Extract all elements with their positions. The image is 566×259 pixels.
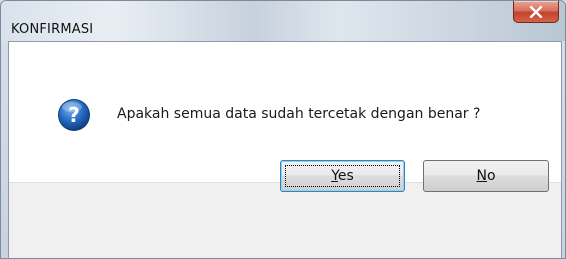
- no-button[interactable]: No: [423, 160, 549, 192]
- message-text: Apakah semua data sudah tercetak dengan …: [117, 106, 481, 122]
- window-title: KONFIRMASI: [11, 22, 94, 37]
- button-area: [9, 182, 561, 258]
- confirm-dialog: KONFIRMASI ? Apakah semua data sudah ter…: [0, 0, 566, 259]
- title-bar[interactable]: KONFIRMASI: [1, 1, 565, 41]
- dialog-body: ? Apakah semua data sudah tercetak denga…: [8, 41, 562, 258]
- question-icon: ?: [58, 99, 90, 131]
- yes-button[interactable]: Yes: [280, 160, 405, 192]
- close-icon: [529, 5, 543, 18]
- svg-text:?: ?: [68, 103, 80, 127]
- no-button-label: No: [476, 168, 496, 184]
- close-button[interactable]: [513, 1, 559, 23]
- yes-button-label: Yes: [331, 168, 354, 184]
